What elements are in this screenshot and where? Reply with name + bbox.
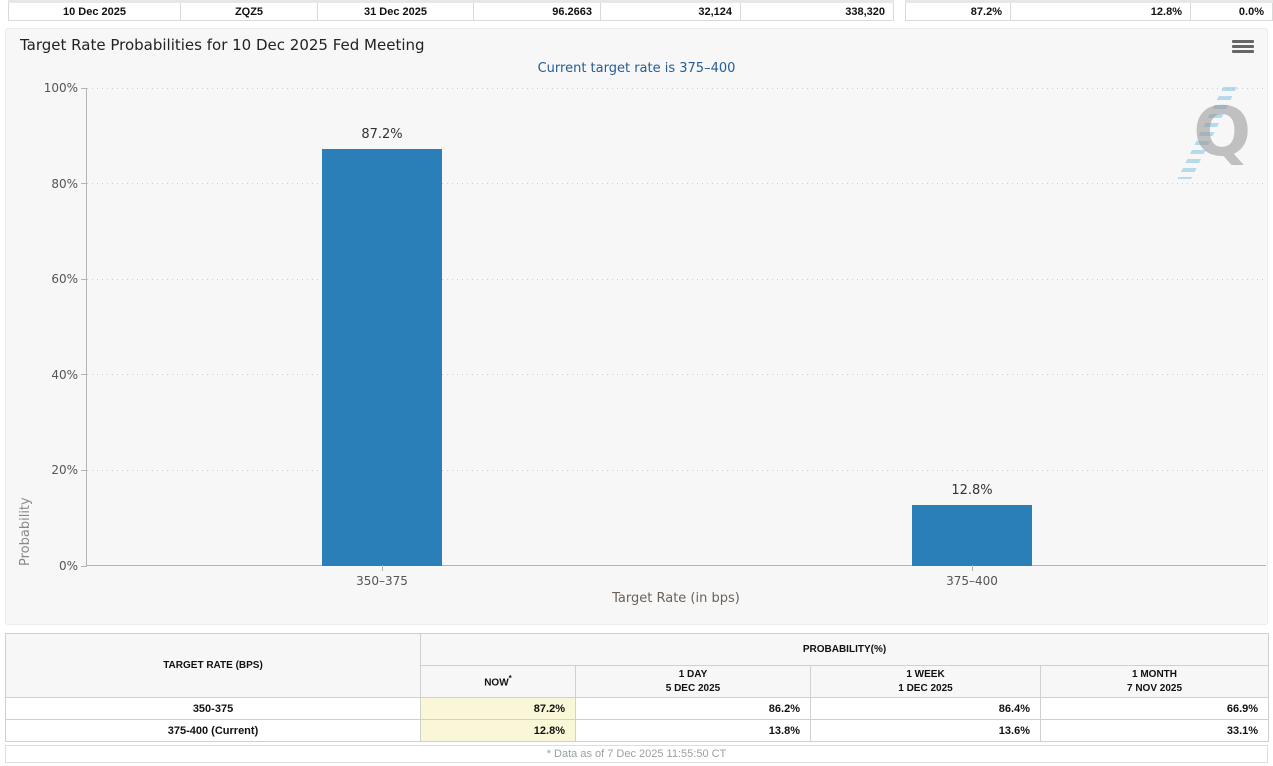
y-axis-tick-label: 20% (28, 463, 78, 477)
strip-cell: 338,320 (741, 2, 894, 21)
one-week-date: 1 DEC 2025 (811, 682, 1040, 696)
watermark-q-letter: Q (1193, 93, 1251, 173)
probability-table: TARGET RATE (BPS) PROBABILITY(%) NOW* 1 … (5, 633, 1269, 742)
day-prob-cell: 13.8% (576, 720, 811, 742)
y-axis-tick-label: 40% (28, 368, 78, 382)
y-axis-tick-label: 0% (28, 559, 78, 573)
y-axis-tick-label: 60% (28, 272, 78, 286)
month-prob-cell: 33.1% (1041, 720, 1269, 742)
y-axis-title: Probability (18, 88, 33, 566)
gridline (87, 279, 1266, 280)
table-row: 350-375 87.2% 86.2% 86.4% 66.9% (6, 698, 1269, 720)
chart-subtitle: Current target rate is 375–400 (6, 61, 1267, 76)
y-axis-tick (81, 566, 87, 567)
strip-cell: 31 Dec 2025 (318, 2, 474, 21)
x-axis-category-label: 350–375 (322, 574, 442, 588)
y-axis-tick (81, 88, 87, 89)
now-asterisk: * (509, 674, 512, 683)
quote-table-right: 87.2% 12.8% 0.0% (905, 0, 1273, 21)
x-axis-title: Target Rate (in bps) (86, 591, 1266, 606)
quote-table-left: 10 Dec 2025 ZQZ5 31 Dec 2025 96.2663 32,… (8, 0, 894, 21)
gridline (87, 470, 1266, 471)
rate-cell: 350-375 (6, 698, 421, 720)
quikstrike-watermark-logo: Q (1175, 87, 1253, 179)
one-month-label: 1 MONTH (1041, 668, 1268, 682)
one-day-date: 5 DEC 2025 (576, 682, 810, 696)
one-week-label: 1 WEEK (811, 668, 1040, 682)
y-axis-tick (81, 183, 87, 184)
month-prob-cell: 66.9% (1041, 698, 1269, 720)
rate-cell: 375-400 (Current) (6, 720, 421, 742)
one-day-label: 1 DAY (576, 668, 810, 682)
probability-group-header: PROBABILITY(%) (421, 634, 1269, 666)
plot-area: 0%20%40%60%80%100%87.2%350–37512.8%375–4… (86, 88, 1266, 566)
target-rate-column-header: TARGET RATE (BPS) (6, 634, 421, 698)
x-axis-tick (382, 565, 383, 571)
one-day-column-header: 1 DAY 5 DEC 2025 (576, 666, 811, 698)
now-label: NOW (484, 677, 508, 688)
hamburger-menu-icon[interactable] (1232, 40, 1254, 54)
fedwatch-chart-panel: Target Rate Probabilities for 10 Dec 202… (5, 28, 1268, 625)
now-column-header: NOW* (421, 666, 576, 698)
bar-value-label: 87.2% (322, 127, 442, 142)
quote-strip: 10 Dec 2025 ZQZ5 31 Dec 2025 96.2663 32,… (0, 0, 1273, 24)
strip-cell: 10 Dec 2025 (9, 2, 181, 21)
gridline (87, 88, 1266, 89)
week-prob-cell: 86.4% (811, 698, 1041, 720)
one-month-column-header: 1 MONTH 7 NOV 2025 (1041, 666, 1269, 698)
strip-cell: 12.8% (1011, 2, 1191, 21)
now-prob-cell: 87.2% (421, 698, 576, 720)
strip-cell: 96.2663 (474, 2, 601, 21)
y-axis-tick (81, 279, 87, 280)
data-as-of-footnote: * Data as of 7 Dec 2025 11:55:50 CT (5, 745, 1268, 763)
y-axis-tick (81, 374, 87, 375)
probability-bar[interactable] (912, 505, 1032, 566)
table-row: 375-400 (Current) 12.8% 13.8% 13.6% 33.1… (6, 720, 1269, 742)
one-week-column-header: 1 WEEK 1 DEC 2025 (811, 666, 1041, 698)
chart-title: Target Rate Probabilities for 10 Dec 202… (20, 36, 425, 54)
strip-cell: 87.2% (906, 2, 1011, 21)
one-month-date: 7 NOV 2025 (1041, 682, 1268, 696)
x-axis-category-label: 375–400 (912, 574, 1032, 588)
gridline (87, 183, 1266, 184)
strip-cell: 0.0% (1191, 2, 1273, 21)
now-prob-cell: 12.8% (421, 720, 576, 742)
probability-bar[interactable] (322, 149, 442, 566)
x-axis-tick (972, 565, 973, 571)
strip-cell: ZQZ5 (181, 2, 318, 21)
strip-cell: 32,124 (601, 2, 741, 21)
bar-value-label: 12.8% (912, 483, 1032, 498)
day-prob-cell: 86.2% (576, 698, 811, 720)
week-prob-cell: 13.6% (811, 720, 1041, 742)
y-axis-tick-label: 100% (28, 81, 78, 95)
gridline (87, 374, 1266, 375)
y-axis-tick (81, 470, 87, 471)
y-axis-tick-label: 80% (28, 177, 78, 191)
